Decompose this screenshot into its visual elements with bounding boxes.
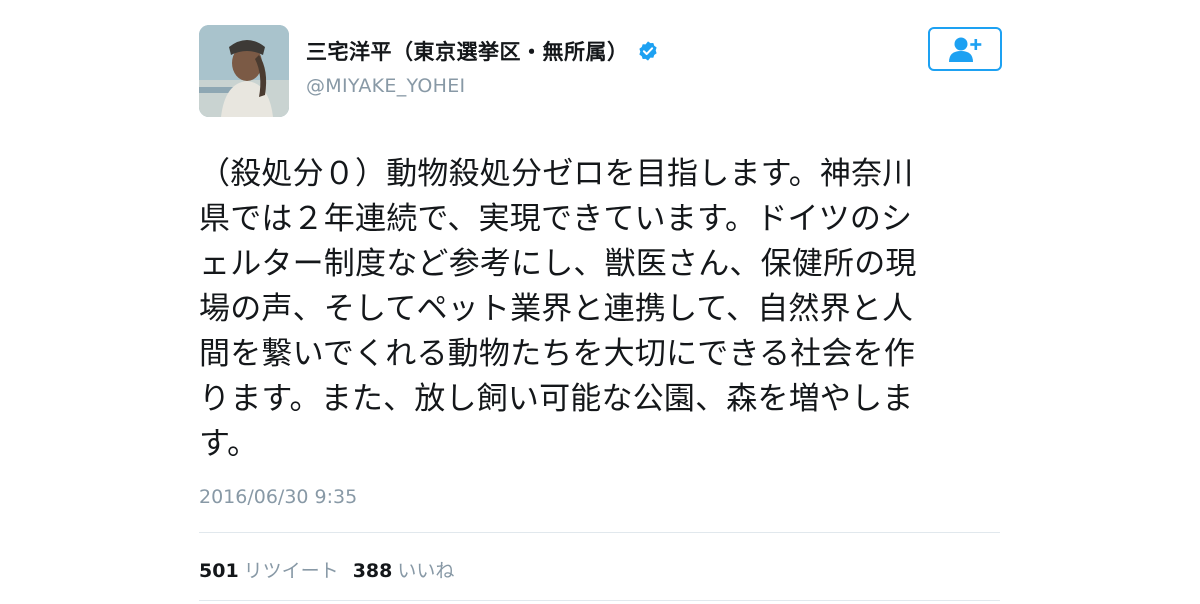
- tweet-stats: 501 リツイート 388 いいね: [199, 556, 468, 583]
- follow-button[interactable]: [928, 27, 1002, 71]
- retweet-count[interactable]: 501: [199, 560, 239, 582]
- retweet-label[interactable]: リツイート: [244, 556, 339, 583]
- profile-photo-icon: [199, 25, 289, 117]
- avatar[interactable]: [199, 25, 289, 117]
- like-label[interactable]: いいね: [397, 556, 454, 583]
- like-count[interactable]: 388: [353, 560, 393, 582]
- divider: [199, 532, 1000, 533]
- display-name[interactable]: 三宅洋平（東京選挙区・無所属）: [306, 36, 629, 66]
- tweet-text: （殺処分０）動物殺処分ゼロを目指します。神奈川 県では２年連続で、実現できていま…: [199, 156, 917, 462]
- user-name-row: 三宅洋平（東京選挙区・無所属）: [306, 36, 659, 66]
- tweet-timestamp[interactable]: 2016/06/30 9:35: [199, 486, 357, 508]
- add-user-icon: [949, 37, 982, 62]
- divider: [199, 600, 1000, 601]
- verified-badge-icon: [638, 41, 657, 61]
- user-handle[interactable]: @MIYAKE_YOHEI: [306, 75, 465, 97]
